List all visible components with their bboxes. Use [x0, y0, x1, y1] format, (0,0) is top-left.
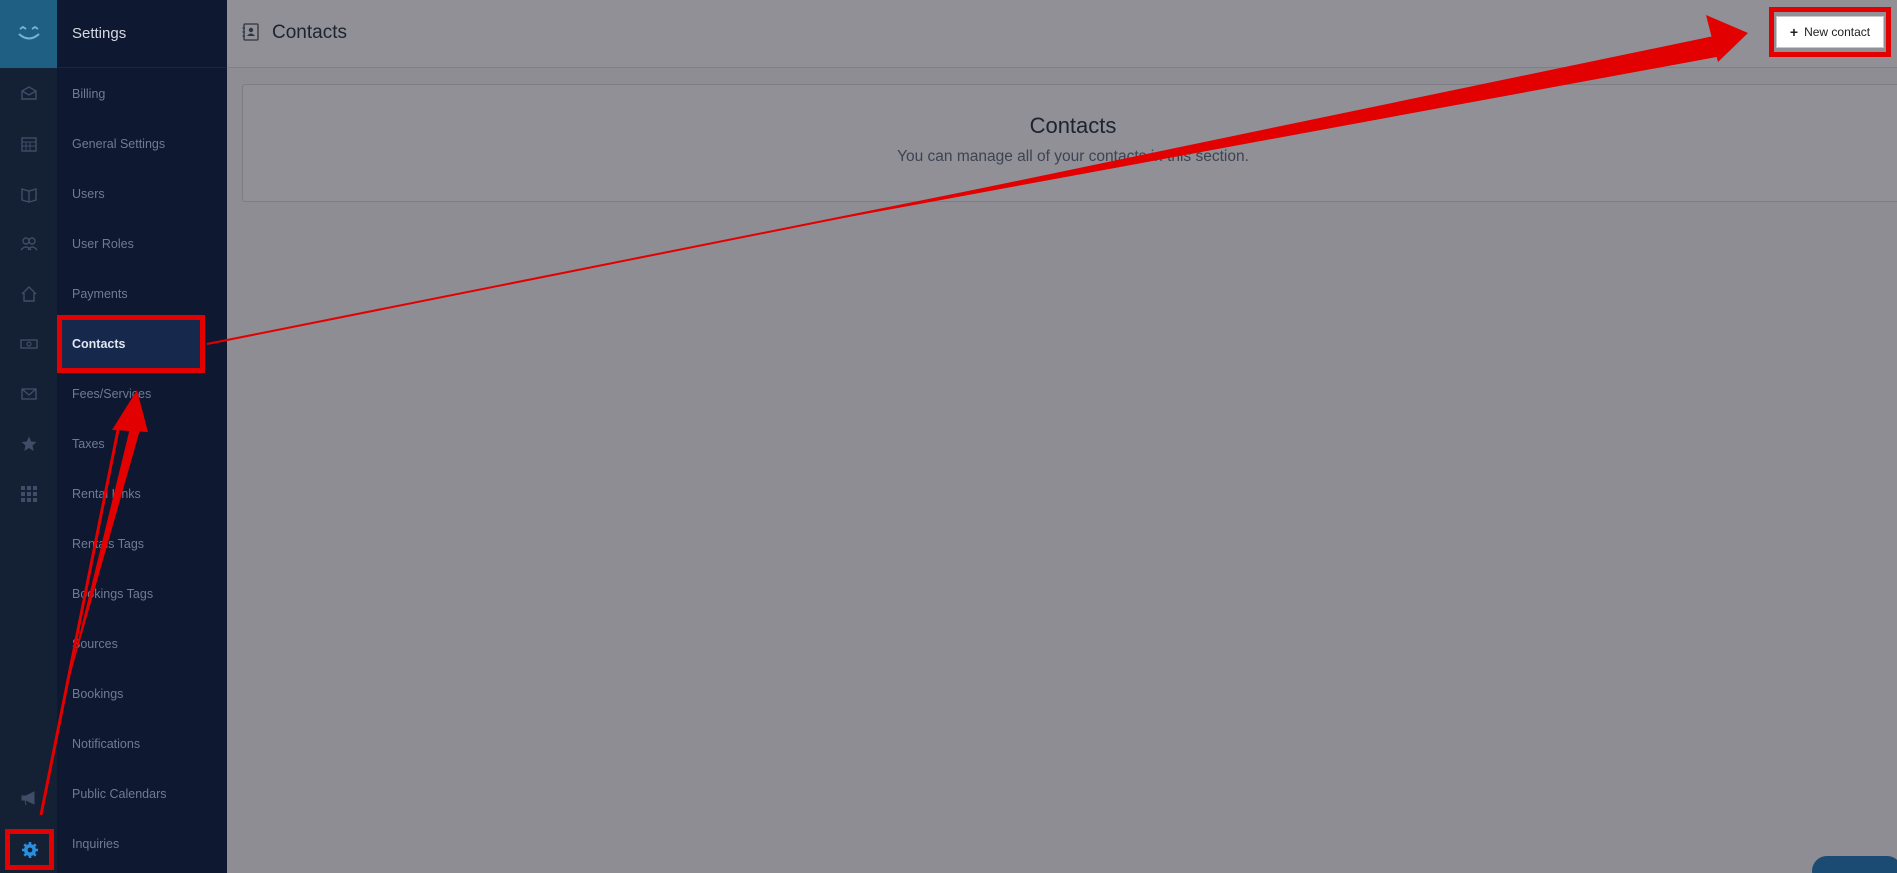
star-icon[interactable] [0, 429, 57, 459]
grid-icon[interactable] [0, 479, 57, 509]
sidebar-item-public-calendars[interactable]: Public Calendars [57, 774, 227, 814]
sidebar-item-users[interactable]: Users [57, 174, 227, 214]
new-contact-label: New contact [1804, 25, 1871, 39]
sidebar-item-inquiries[interactable]: Inquiries [57, 824, 227, 864]
sidebar-item-general-settings[interactable]: General Settings [57, 124, 227, 164]
sidebar-item-notifications[interactable]: Notifications [57, 724, 227, 764]
sidebar-item-bookings[interactable]: Bookings [57, 674, 227, 714]
sidebar-item-rentals-tags[interactable]: Rentals Tags [57, 524, 227, 564]
sidebar-item-payments[interactable]: Payments [57, 274, 227, 314]
sidebar-item-taxes[interactable]: Taxes [57, 424, 227, 464]
chat-widget-button[interactable] [1812, 856, 1897, 873]
users-icon[interactable] [0, 229, 57, 259]
icon-rail [0, 0, 57, 873]
sidebar-item-bookings-tags[interactable]: Bookings Tags [57, 574, 227, 614]
address-book-icon [242, 23, 259, 41]
gear-icon [21, 841, 38, 858]
plus-icon: + [1789, 24, 1799, 40]
new-contact-button[interactable]: + New contact [1776, 16, 1884, 48]
menu-header: Settings [57, 0, 227, 68]
mail-icon[interactable] [0, 379, 57, 409]
megaphone-icon[interactable] [0, 783, 57, 813]
top-bar [227, 0, 1897, 68]
sidebar-item-contacts[interactable]: Contacts [57, 324, 227, 364]
sidebar-item-rental-links[interactable]: Rental Links [57, 474, 227, 514]
app-logo[interactable] [0, 0, 57, 68]
sidebar-item-fees-services[interactable]: Fees/Services [57, 374, 227, 414]
home-icon[interactable] [0, 279, 57, 309]
card-subtitle: You can manage all of your contacts in t… [897, 148, 1249, 165]
book-icon[interactable] [0, 179, 57, 209]
page-title: Contacts [272, 22, 347, 43]
smile-logo-icon [17, 25, 40, 40]
money-icon[interactable] [0, 329, 57, 359]
sidebar-item-sources[interactable]: Sources [57, 624, 227, 664]
card-title: Contacts [1029, 113, 1117, 138]
inbox-icon[interactable] [0, 79, 57, 109]
sidebar-item-billing[interactable]: Billing [57, 74, 227, 114]
calendar-icon[interactable] [0, 129, 57, 159]
sidebar-item-user-roles[interactable]: User Roles [57, 224, 227, 264]
contacts-info-card: Contacts You can manage all of your cont… [242, 84, 1897, 202]
settings-gear-button[interactable] [5, 829, 54, 870]
